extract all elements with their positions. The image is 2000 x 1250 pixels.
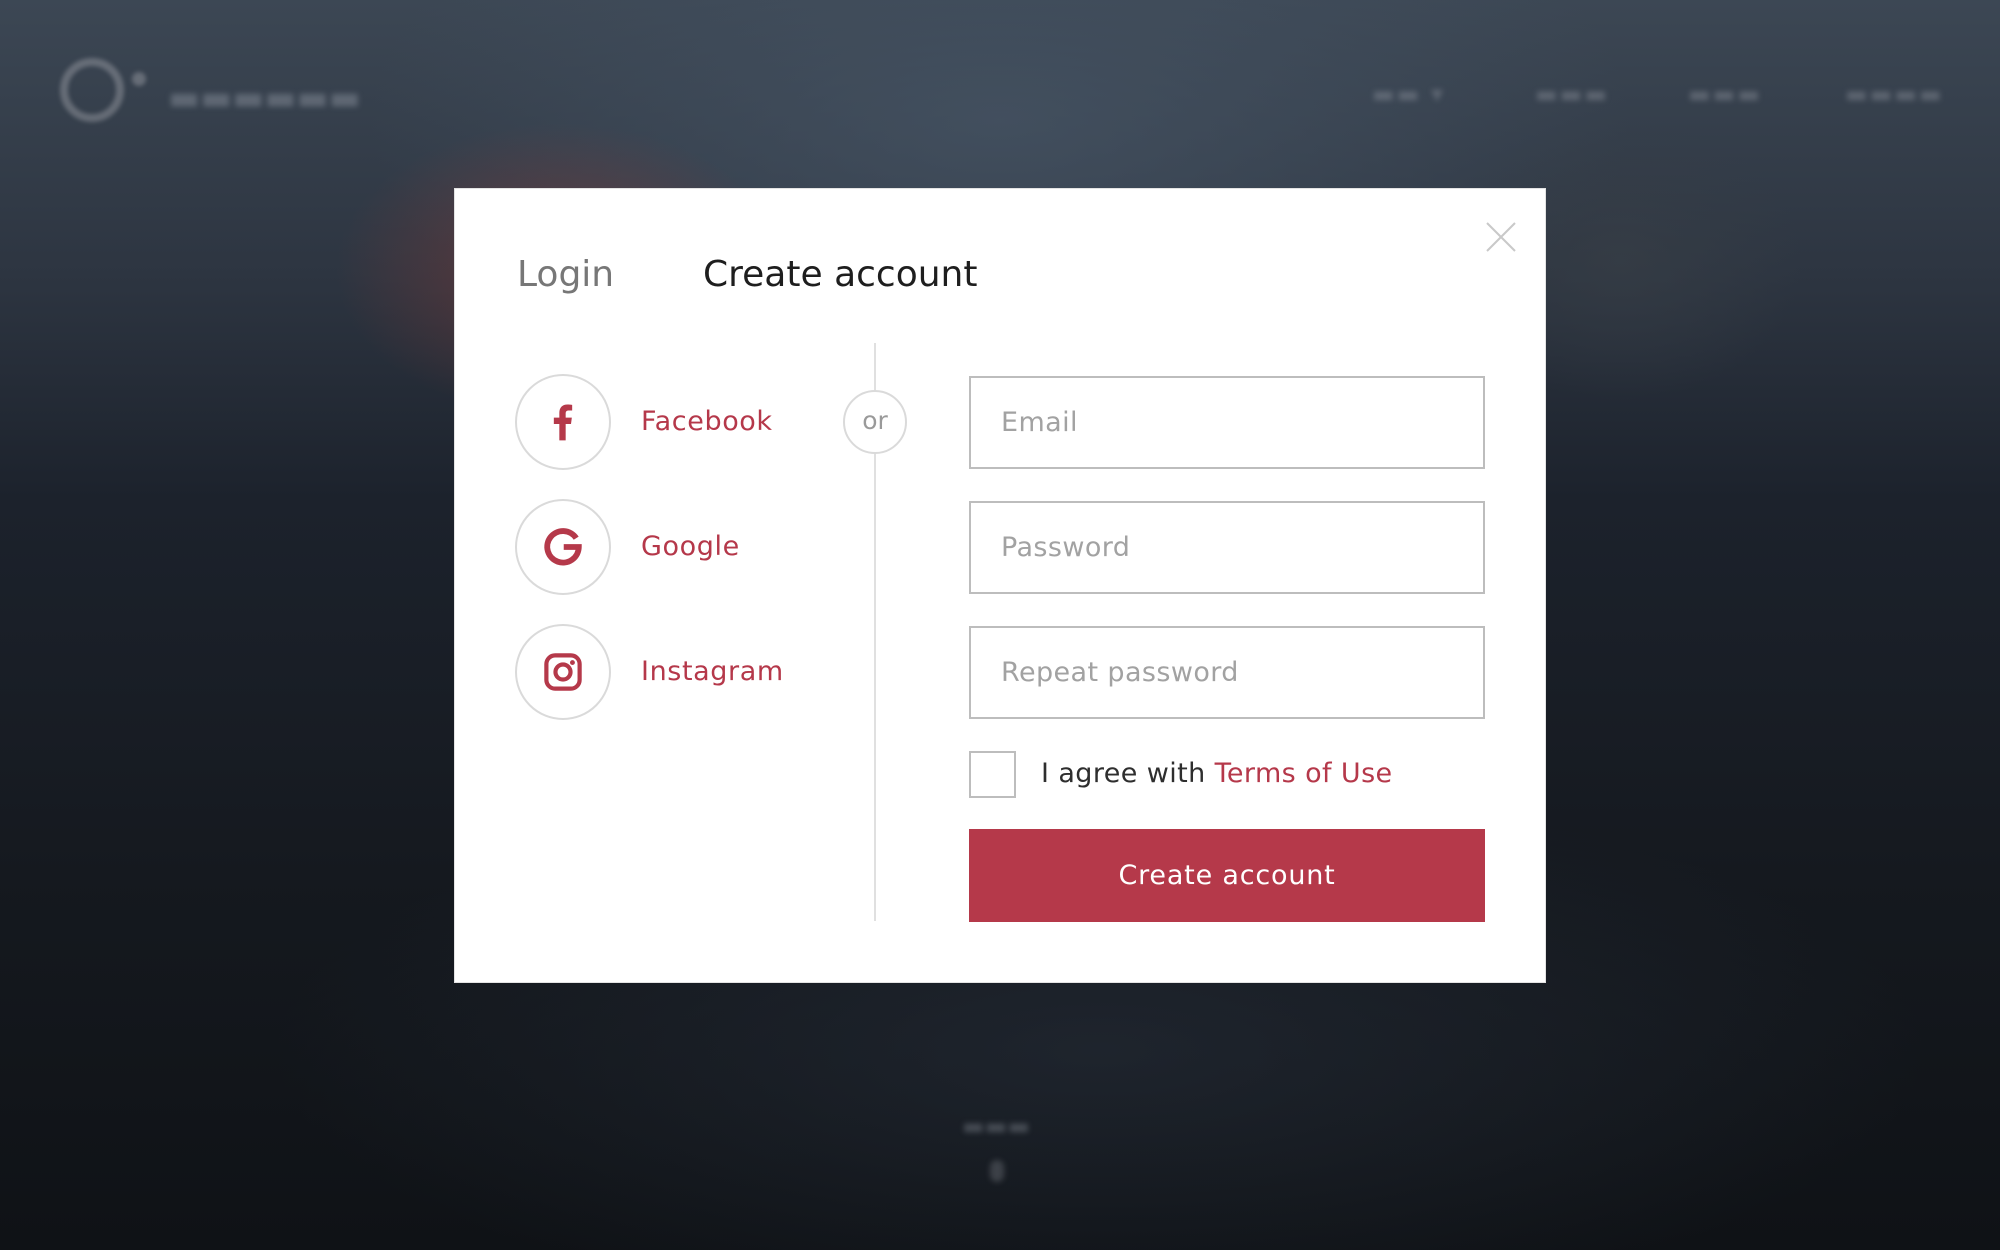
background-scroll-blur: ▬▬▬ xyxy=(962,1112,1031,1140)
background-brand-blur: ▬▬▬▬▬▬ xyxy=(168,78,361,118)
password-field[interactable] xyxy=(969,501,1485,594)
tab-login[interactable]: Login xyxy=(517,253,614,297)
instagram-icon-circle xyxy=(515,624,611,720)
repeat-password-field[interactable] xyxy=(969,626,1485,719)
background-scroll-arrow xyxy=(990,1160,1004,1182)
or-separator: or xyxy=(843,390,907,454)
instagram-label: Instagram xyxy=(641,656,784,687)
terms-of-use-link[interactable]: Terms of Use xyxy=(1215,758,1393,789)
terms-checkbox[interactable] xyxy=(969,751,1016,798)
background-logo-dot xyxy=(132,72,146,86)
background-nav-blur: ▬▬▬ xyxy=(1535,80,1610,108)
background-nav-blur: ▬▬ ▾ xyxy=(1372,80,1446,108)
background-logo-icon xyxy=(60,58,124,122)
facebook-icon xyxy=(553,404,573,441)
background-nav-blur: ▬▬▬▬ xyxy=(1845,80,1944,108)
background-nav-blur: ▬▬▬ xyxy=(1688,80,1763,108)
instagram-login-button[interactable]: Instagram xyxy=(515,624,815,722)
agree-label: I agree with xyxy=(1041,758,1206,789)
google-label: Google xyxy=(641,531,740,562)
google-icon xyxy=(544,528,582,566)
close-button[interactable] xyxy=(1481,217,1521,257)
close-icon xyxy=(1486,222,1516,252)
facebook-icon-circle xyxy=(515,374,611,470)
tab-create-account[interactable]: Create account xyxy=(703,253,977,297)
instagram-icon xyxy=(544,653,582,691)
create-account-modal: Login Create account Facebook Google Ins… xyxy=(454,188,1546,983)
facebook-login-button[interactable]: Facebook xyxy=(515,374,815,472)
google-login-button[interactable]: Google xyxy=(515,499,815,597)
facebook-label: Facebook xyxy=(641,406,773,437)
terms-agreement-text: I agree with Terms of Use xyxy=(1041,755,1393,793)
create-account-button[interactable]: Create account xyxy=(969,829,1485,922)
email-field[interactable] xyxy=(969,376,1485,469)
google-icon-circle xyxy=(515,499,611,595)
